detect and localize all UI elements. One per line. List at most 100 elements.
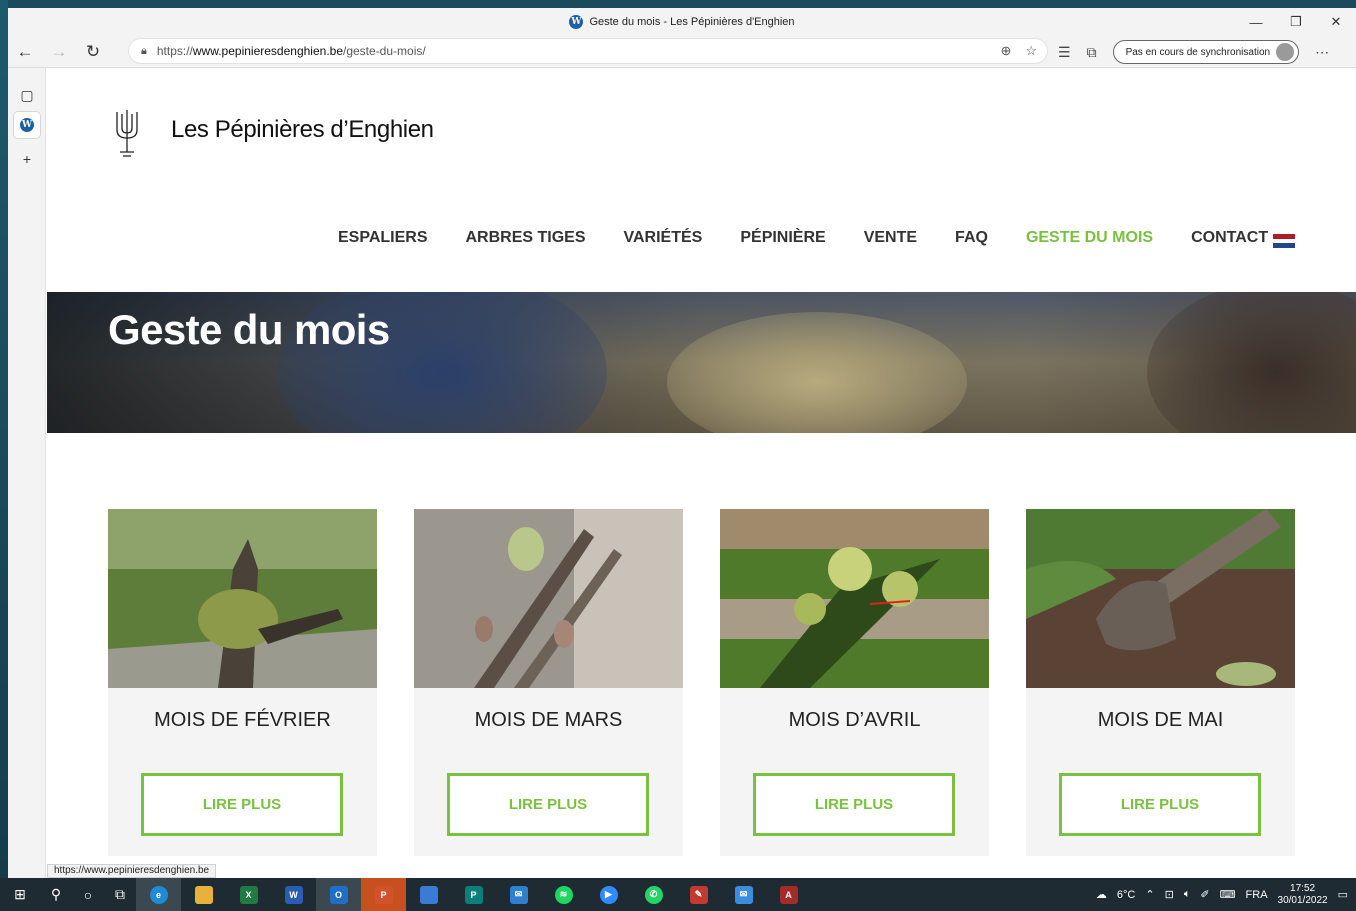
card-image-fevrier[interactable] bbox=[108, 509, 377, 688]
nav-geste-du-mois[interactable]: GESTE DU MOIS bbox=[1026, 229, 1153, 247]
status-bar-url: https://www.pepinieresdenghien.be bbox=[47, 864, 217, 878]
window-controls: — ❐ ✕ bbox=[1236, 8, 1356, 36]
site-title[interactable]: Les Pépinières d’Enghien bbox=[171, 116, 434, 144]
new-tab-icon[interactable]: + bbox=[14, 146, 40, 172]
windows-taskbar: ⊞ ⚲ ○ ⧉ e X W O P P ✉ ≋ ▶ ✆ ✎ ✉ A ☁ 6°C … bbox=[0, 878, 1356, 911]
card-title[interactable]: MOIS D’AVRIL bbox=[720, 709, 989, 732]
close-button[interactable]: ✕ bbox=[1316, 8, 1356, 36]
favorites-icon[interactable]: ☰ bbox=[1058, 44, 1071, 61]
cortana-icon[interactable]: ○ bbox=[72, 878, 104, 911]
task-view-icon[interactable]: ⧉ bbox=[104, 878, 136, 911]
card-title[interactable]: MOIS DE MAI bbox=[1026, 709, 1295, 732]
excel-icon[interactable]: X bbox=[226, 878, 271, 911]
network-icon[interactable]: ⊡ bbox=[1165, 888, 1174, 901]
sync-label: Pas en cours de synchronisation bbox=[1125, 46, 1271, 58]
card-mai: MOIS DE MAI LIRE PLUS bbox=[1026, 509, 1295, 856]
laptop-app-icon[interactable] bbox=[406, 878, 451, 911]
month-cards: MOIS DE FÉVRIER LIRE PLUS MOIS DE MARS L… bbox=[108, 509, 1295, 859]
add-favorite-icon[interactable]: ☆ bbox=[1025, 43, 1037, 59]
refresh-button[interactable]: ↻ bbox=[76, 38, 110, 66]
nav-vente[interactable]: VENTE bbox=[864, 229, 917, 247]
pen-icon[interactable]: ✐ bbox=[1200, 888, 1209, 901]
speaker-icon[interactable]: 🔈︎ bbox=[1184, 888, 1191, 901]
whatsapp-icon[interactable]: ✆ bbox=[631, 878, 676, 911]
system-tray: ☁ 6°C ⌃ ⊡ 🔈︎ ✐ ⌨ FRA 17:52 30/01/2022 ▭ bbox=[1096, 878, 1356, 911]
clock-time: 17:52 bbox=[1290, 882, 1316, 894]
access-icon[interactable]: A bbox=[766, 878, 811, 911]
page-title: Geste du mois bbox=[108, 306, 390, 353]
paint-app-icon[interactable]: ✎ bbox=[676, 878, 721, 911]
notifications-icon[interactable]: ▭ bbox=[1338, 888, 1348, 901]
card-fevrier: MOIS DE FÉVRIER LIRE PLUS bbox=[108, 509, 377, 856]
mail-icon[interactable]: ✉ bbox=[721, 878, 766, 911]
url-domain: www.pepinieresdenghien.be bbox=[192, 44, 343, 58]
window-title-text: Geste du mois - Les Pépinières d'Enghien bbox=[589, 16, 795, 28]
card-title[interactable]: MOIS DE MARS bbox=[414, 709, 683, 732]
edge-taskbar-icon[interactable]: e bbox=[136, 878, 181, 911]
collections-icon[interactable]: ⧉ bbox=[1087, 44, 1097, 61]
read-more-button[interactable]: LIRE PLUS bbox=[141, 773, 343, 836]
keyboard-icon[interactable]: ⌨ bbox=[1220, 888, 1236, 901]
toolbar-right: ☰ ⧉ Pas en cours de synchronisation ⋯ bbox=[1058, 38, 1329, 66]
weather-icon[interactable]: ☁ bbox=[1096, 888, 1107, 901]
input-language[interactable]: FRA bbox=[1246, 889, 1268, 901]
address-bar-icons: ⊕ ☆ bbox=[1000, 43, 1037, 59]
powerpoint-icon[interactable]: P bbox=[361, 878, 406, 911]
tab-wordpress[interactable]: W bbox=[14, 112, 40, 138]
weather-temp[interactable]: 6°C bbox=[1117, 889, 1135, 901]
restore-button[interactable]: ❐ bbox=[1276, 8, 1316, 36]
sync-button[interactable]: Pas en cours de synchronisation bbox=[1112, 40, 1300, 64]
tab-actions-icon[interactable]: ▢ bbox=[14, 82, 40, 108]
netherlands-flag-icon[interactable] bbox=[1273, 234, 1295, 249]
hero-banner: Geste du mois bbox=[47, 292, 1356, 433]
spotify-icon[interactable]: ≋ bbox=[541, 878, 586, 911]
clock-date: 30/01/2022 bbox=[1277, 894, 1328, 906]
wordpress-icon: W bbox=[569, 15, 584, 29]
forward-button[interactable]: → bbox=[42, 38, 76, 66]
windows-start-icon[interactable]: ⊞ bbox=[0, 878, 40, 911]
desktop-background bbox=[0, 0, 8, 878]
nav-arbres-tiges[interactable]: ARBRES TIGES bbox=[466, 229, 586, 247]
browser-toolbar: ← → ↻ 🔒︎ https://www.pepinieresdenghien.… bbox=[8, 36, 1356, 68]
nav-pepiniere[interactable]: PÉPINIÈRE bbox=[740, 229, 825, 247]
back-button[interactable]: ← bbox=[8, 38, 42, 66]
file-explorer-icon[interactable] bbox=[181, 878, 226, 911]
publisher-icon[interactable]: P bbox=[451, 878, 496, 911]
browser-window: W Geste du mois - Les Pépinières d'Enghi… bbox=[8, 8, 1356, 878]
card-mars: MOIS DE MARS LIRE PLUS bbox=[414, 509, 683, 856]
outlook-icon[interactable]: O bbox=[316, 878, 361, 911]
profile-avatar bbox=[1276, 43, 1295, 61]
address-bar[interactable]: 🔒︎ https://www.pepinieresdenghien.be/ges… bbox=[128, 38, 1048, 64]
read-more-button[interactable]: LIRE PLUS bbox=[1059, 773, 1261, 836]
card-image-mars[interactable] bbox=[414, 509, 683, 688]
card-image-mai[interactable] bbox=[1026, 509, 1295, 688]
card-image-avril[interactable] bbox=[720, 509, 989, 688]
nav-faq[interactable]: FAQ bbox=[955, 229, 988, 247]
mail-app-icon[interactable]: ✉ bbox=[496, 878, 541, 911]
word-icon[interactable]: W bbox=[271, 878, 316, 911]
card-title[interactable]: MOIS DE FÉVRIER bbox=[108, 709, 377, 732]
zoom-icon[interactable]: ▶ bbox=[586, 878, 631, 911]
vertical-tabs-sidebar: ▢ W + bbox=[8, 68, 46, 878]
more-menu-icon[interactable]: ⋯ bbox=[1315, 44, 1329, 61]
search-icon[interactable]: ⚲ bbox=[40, 878, 72, 911]
site-logo-icon[interactable] bbox=[112, 108, 142, 160]
nav-varietes[interactable]: VARIÉTÉS bbox=[624, 229, 703, 247]
read-more-button[interactable]: LIRE PLUS bbox=[753, 773, 955, 836]
read-more-button[interactable]: LIRE PLUS bbox=[447, 773, 649, 836]
show-hidden-icons-icon[interactable]: ⌃ bbox=[1145, 888, 1154, 901]
url-prefix: https:// bbox=[156, 44, 193, 58]
nav-contact[interactable]: CONTACT bbox=[1191, 229, 1268, 247]
wordpress-tab-icon: W bbox=[20, 118, 34, 132]
title-bar: W Geste du mois - Les Pépinières d'Enghi… bbox=[8, 8, 1356, 36]
clock[interactable]: 17:52 30/01/2022 bbox=[1278, 883, 1328, 907]
minimize-button[interactable]: — bbox=[1236, 8, 1276, 36]
nav-espaliers[interactable]: ESPALIERS bbox=[338, 229, 428, 247]
lock-icon[interactable]: 🔒︎ bbox=[141, 45, 147, 58]
window-title: W Geste du mois - Les Pépinières d'Enghi… bbox=[569, 15, 795, 29]
main-navigation: ESPALIERS ARBRES TIGES VARIÉTÉS PÉPINIÈR… bbox=[338, 229, 1306, 247]
hero-image-detail bbox=[1147, 292, 1356, 433]
url-path: /geste-du-mois/ bbox=[343, 44, 426, 58]
hero-image-detail bbox=[667, 312, 967, 433]
zoom-icon[interactable]: ⊕ bbox=[1000, 43, 1011, 59]
